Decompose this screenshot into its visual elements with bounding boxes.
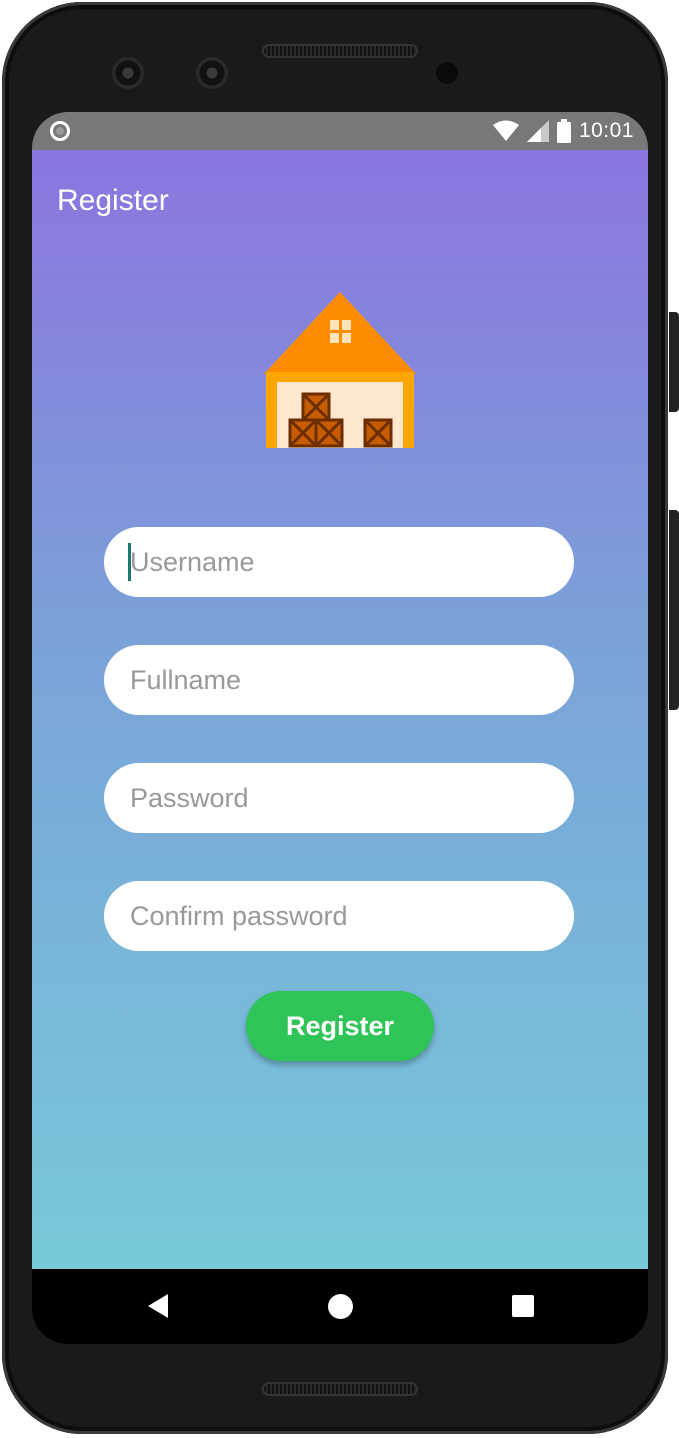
volume-button [669,510,679,710]
fullname-input[interactable] [128,663,550,697]
password-input[interactable] [128,781,550,815]
recent-apps-square-icon[interactable] [512,1295,534,1317]
register-screen: Register Username Fullname Register [32,150,648,1269]
bottom-speaker [262,1382,418,1396]
confirm-password-field[interactable] [104,881,574,951]
status-bar: 10:01 [32,112,648,150]
earpiece-speaker [262,44,418,58]
username-field[interactable] [104,527,574,597]
back-triangle-icon[interactable] [148,1294,168,1318]
front-camera-icon [196,57,228,89]
fullname-field[interactable] [104,645,574,715]
battery-icon [556,119,571,143]
page-title: Register [57,184,169,217]
wifi-icon [492,120,519,141]
navigation-bar [32,1269,648,1344]
phone-frame: 10:01 Register Username Fullname Registe… [2,2,668,1434]
register-button[interactable]: Register [246,991,434,1061]
cell-signal-icon [526,120,549,142]
confirm-password-input[interactable] [128,899,550,933]
password-field[interactable] [104,763,574,833]
proximity-sensor [436,62,458,84]
power-button [669,312,679,412]
front-camera-icon [112,57,144,89]
status-icons: 10:01 [492,119,634,143]
notification-circle-icon [50,121,70,141]
warehouse-icon [264,292,416,448]
clock: 10:01 [578,119,634,142]
username-input[interactable] [128,545,550,579]
text-cursor [128,543,131,581]
home-circle-icon[interactable] [328,1294,353,1319]
screen: 10:01 Register Username Fullname Registe… [32,112,648,1344]
